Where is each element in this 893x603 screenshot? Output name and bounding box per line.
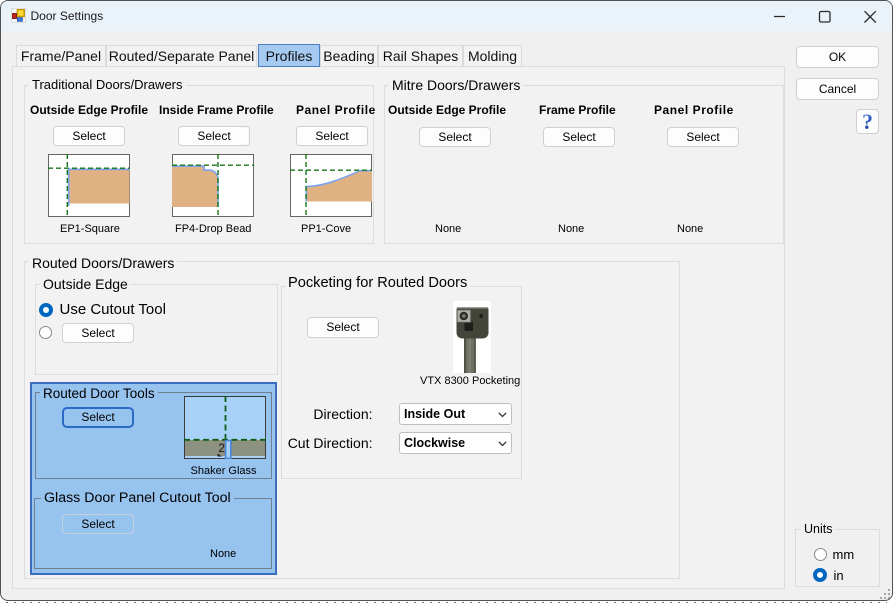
svg-text:2: 2	[218, 441, 225, 455]
